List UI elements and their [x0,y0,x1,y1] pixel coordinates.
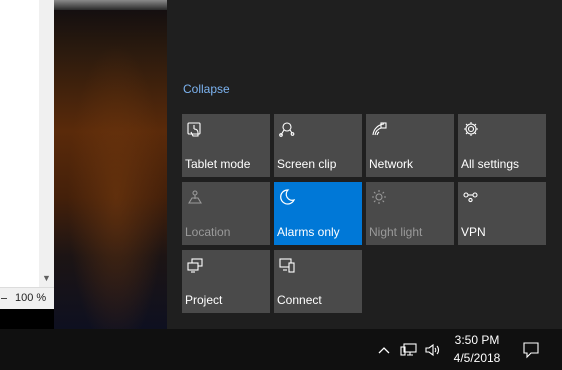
tile-screen-clip[interactable]: Screen clip [274,114,362,177]
notification-icon [523,341,539,358]
tile-label: Alarms only [277,225,340,239]
tile-network[interactable]: Network [366,114,454,177]
tile-night-light[interactable]: Night light [366,182,454,245]
zoom-level-label: 100 % [15,292,47,304]
project-icon [187,258,203,273]
tile-label: Connect [277,293,322,307]
tile-connect[interactable]: Connect [274,250,362,313]
moon-icon [280,189,296,205]
speaker-icon [425,343,440,356]
location-icon [188,190,202,204]
taskbar: 3:50 PM 4/5/2018 [0,329,562,370]
scroll-down-arrow-icon[interactable]: ▼ [40,272,53,284]
vertical-scrollbar[interactable] [39,0,54,287]
sun-icon [372,190,386,204]
network-tray-button[interactable] [398,329,420,370]
collapse-link[interactable]: Collapse [183,82,230,96]
tile-label: Screen clip [277,157,337,171]
gear-icon [464,122,478,136]
action-center-panel: Collapse Tablet mode Screen clip Network [167,0,562,329]
chevron-up-icon [378,346,390,353]
action-center-button[interactable] [514,329,548,370]
tile-label: Night light [369,225,423,239]
clock-date: 4/5/2018 [453,351,501,365]
tile-location[interactable]: Location [182,182,270,245]
vpn-icon [463,192,478,203]
background-document-window: ▼ 100 % [0,0,55,309]
clock-time: 3:50 PM [454,333,500,347]
connect-icon [279,258,295,273]
tile-label: Project [185,293,223,307]
tile-label: All settings [461,157,520,171]
network-monitor-icon [400,342,417,356]
wallpaper-top-edge [54,0,167,10]
tile-project[interactable]: Project [182,250,270,313]
zoom-out-icon[interactable] [1,298,7,299]
tile-tablet-mode[interactable]: Tablet mode [182,114,270,177]
tile-vpn[interactable]: VPN [458,182,546,245]
tile-all-settings[interactable]: All settings [458,114,546,177]
tile-label: Location [185,225,231,239]
tile-alarms-only[interactable]: Alarms only [274,182,362,245]
document-status-bar: 100 % [0,287,54,309]
tile-label: Tablet mode [185,157,251,171]
show-hidden-icons-button[interactable] [375,329,393,370]
desktop-wallpaper [54,0,167,329]
volume-tray-button[interactable] [422,329,444,370]
network-icon [372,122,387,136]
tile-label: VPN [461,225,486,239]
tablet-mode-icon [187,122,201,137]
tile-label: Network [369,157,414,171]
screen-clip-icon [279,122,295,137]
